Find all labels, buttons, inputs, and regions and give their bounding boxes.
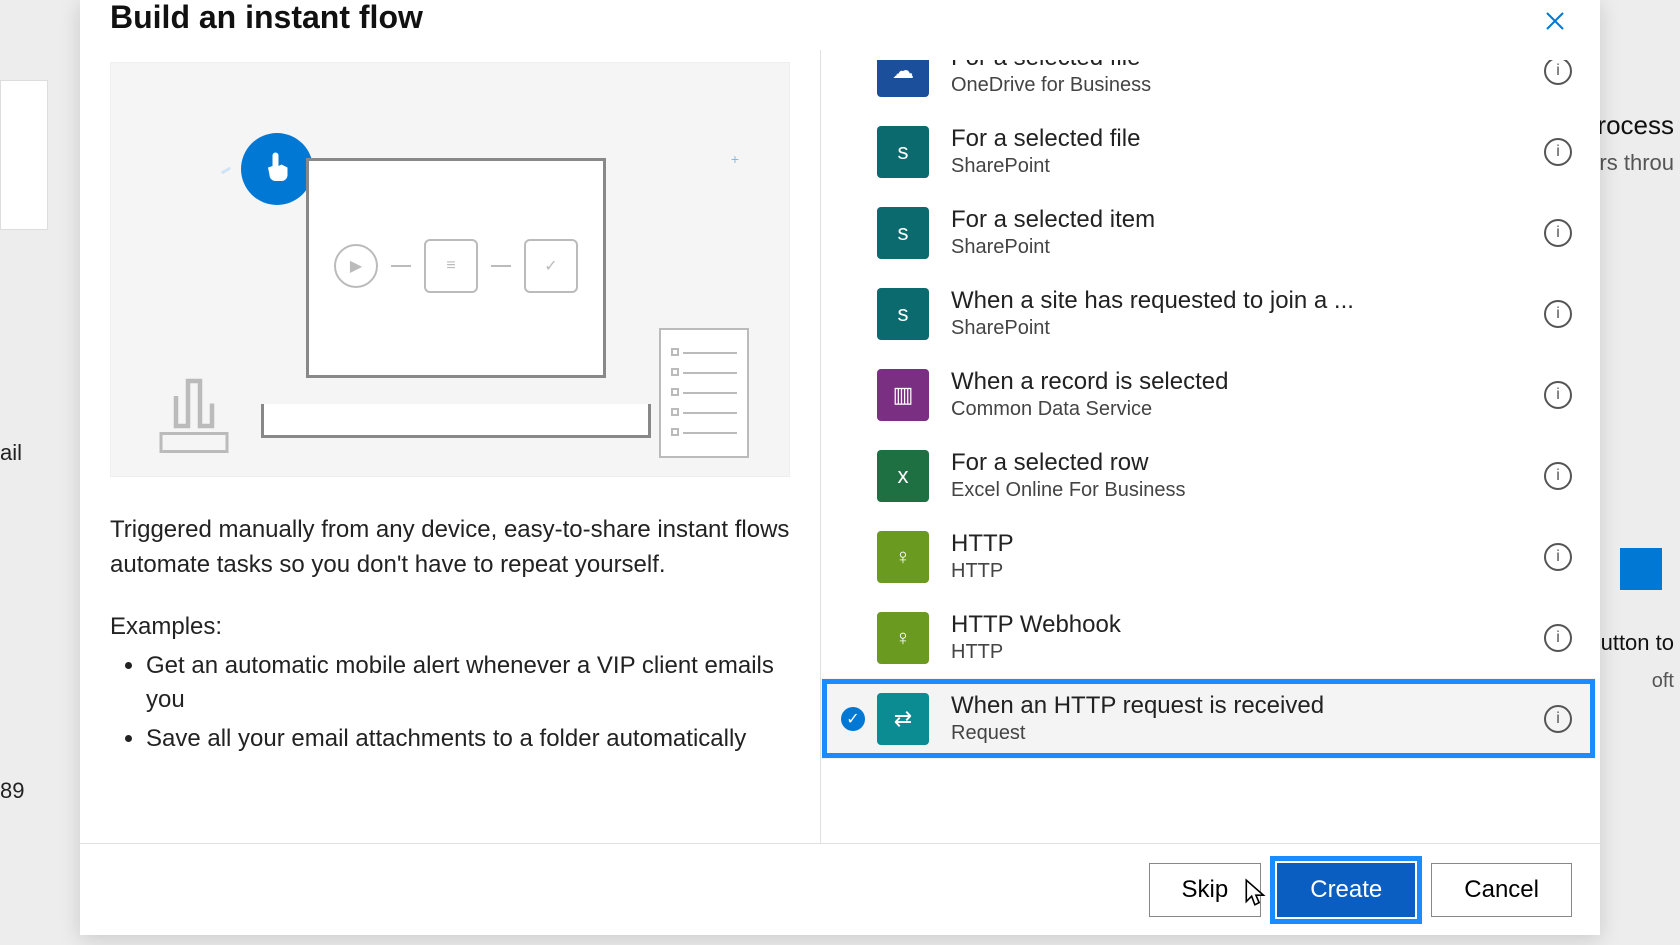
bg-card — [0, 80, 48, 230]
trigger-title: HTTP Webhook — [951, 611, 1530, 639]
trigger-text: HTTP WebhookHTTP — [951, 611, 1530, 664]
trigger-item[interactable]: ✓sWhen a site has requested to join a ..… — [821, 273, 1596, 354]
trigger-item[interactable]: ✓xFor a selected rowExcel Online For Bus… — [821, 435, 1596, 516]
trigger-subtitle: SharePoint — [951, 236, 1530, 259]
excel-icon: x — [877, 450, 929, 502]
trigger-panel: ✓ ☁ For a selected file OneDrive for Busine… — [820, 50, 1600, 843]
info-button[interactable]: i — [1544, 60, 1572, 85]
examples-list: Get an automatic mobile alert whenever a… — [110, 649, 790, 757]
info-button[interactable]: i — [1544, 624, 1572, 652]
info-icon: i — [1556, 467, 1560, 485]
trigger-item[interactable]: ✓sFor a selected fileSharePointi — [821, 111, 1596, 192]
trigger-text: When a record is selectedCommon Data Ser… — [951, 368, 1530, 421]
info-icon: i — [1556, 224, 1560, 242]
info-button[interactable]: i — [1544, 219, 1572, 247]
info-icon: i — [1556, 305, 1560, 323]
dialog-body: + ▶ ≡ ✓ — [80, 50, 1600, 843]
cactus-icon — [146, 366, 236, 456]
bg-tile — [1620, 548, 1662, 590]
trigger-subtitle: SharePoint — [951, 317, 1530, 340]
close-icon — [1543, 9, 1567, 33]
flow-illustration: + ▶ ≡ ✓ — [110, 62, 790, 477]
trigger-title: For a selected item — [951, 206, 1530, 234]
info-button[interactable]: i — [1544, 705, 1572, 733]
trigger-item[interactable]: ✓sFor a selected itemSharePointi — [821, 192, 1596, 273]
selected-check-icon: ✓ — [841, 707, 865, 731]
dialog-title: Build an instant flow — [110, 0, 423, 35]
trigger-subtitle: HTTP — [951, 641, 1530, 664]
trigger-title: For a selected file — [951, 60, 1530, 72]
play-icon: ▶ — [334, 244, 378, 288]
request-icon: ⇄ — [877, 693, 929, 745]
bg-text: 89 — [0, 778, 24, 804]
laptop-icon: ▶ ≡ ✓ — [261, 158, 651, 438]
cancel-button[interactable]: Cancel — [1431, 863, 1572, 917]
trigger-item[interactable]: ✓☁For a selected fileOneDrive for Busine… — [821, 60, 1596, 111]
cds-icon: ▥ — [877, 369, 929, 421]
info-icon: i — [1556, 386, 1560, 404]
info-icon: i — [1556, 62, 1560, 80]
sharepoint-icon: s — [877, 207, 929, 259]
info-button[interactable]: i — [1544, 138, 1572, 166]
create-button[interactable]: Create — [1277, 863, 1415, 917]
close-button[interactable] — [1540, 6, 1570, 36]
info-button[interactable]: i — [1544, 300, 1572, 328]
sparkle-icon: + — [731, 151, 739, 167]
trigger-item[interactable]: ✓♀HTTP WebhookHTTPi — [821, 597, 1596, 678]
sharepoint-icon: s — [877, 126, 929, 178]
trigger-title: When a site has requested to join a ... — [951, 287, 1530, 315]
example-item: Get an automatic mobile alert whenever a… — [146, 649, 790, 719]
info-button[interactable]: i — [1544, 381, 1572, 409]
info-icon: i — [1556, 143, 1560, 161]
trigger-item[interactable]: ✓ ⇄ When an HTTP request is receivedReques… — [821, 678, 1596, 759]
trigger-text: For a selected fileSharePoint — [951, 125, 1530, 178]
trigger-subtitle: Common Data Service — [951, 398, 1530, 421]
notepad-icon — [659, 328, 749, 458]
bg-text: oft — [1652, 670, 1674, 693]
trigger-subtitle: Request — [951, 722, 1530, 745]
flow-description: Triggered manually from any device, easy… — [110, 513, 790, 583]
build-instant-flow-dialog: Build an instant flow + ▶ ≡ — [80, 0, 1600, 935]
info-icon: i — [1556, 629, 1560, 647]
trigger-subtitle: HTTP — [951, 560, 1530, 583]
info-icon: i — [1556, 548, 1560, 566]
trigger-title: For a selected row — [951, 449, 1530, 477]
info-button[interactable]: i — [1544, 543, 1572, 571]
onedrive-icon: ☁ — [877, 60, 929, 97]
info-icon: i — [1556, 710, 1560, 728]
bg-text: button to — [1588, 630, 1674, 656]
bg-text: ers throu — [1587, 150, 1674, 176]
info-button[interactable]: i — [1544, 462, 1572, 490]
examples-label: Examples: — [110, 613, 790, 641]
trigger-item[interactable]: ✓♀HTTPHTTPi — [821, 516, 1596, 597]
trigger-text: When a site has requested to join a ...S… — [951, 287, 1530, 340]
bg-text: ail — [0, 440, 22, 466]
trigger-text: For a selected itemSharePoint — [951, 206, 1530, 259]
dialog-header: Build an instant flow — [80, 0, 1600, 50]
trigger-title: When an HTTP request is received — [951, 692, 1530, 720]
trigger-subtitle: Excel Online For Business — [951, 479, 1530, 502]
trigger-text: When an HTTP request is receivedRequest — [951, 692, 1530, 745]
trigger-title: For a selected file — [951, 125, 1530, 153]
http-icon: ♀ — [877, 612, 929, 664]
trigger-subtitle: OneDrive for Business — [951, 74, 1530, 97]
sharepoint-icon: s — [877, 288, 929, 340]
example-item: Save all your email attachments to a fol… — [146, 722, 790, 757]
trigger-title: When a record is selected — [951, 368, 1530, 396]
trigger-text: HTTPHTTP — [951, 530, 1530, 583]
trigger-list[interactable]: ✓ ☁ For a selected file OneDrive for Busine… — [821, 60, 1600, 835]
file-check-icon: ✓ — [524, 239, 578, 293]
trigger-item[interactable]: ✓▥When a record is selectedCommon Data S… — [821, 354, 1596, 435]
left-panel: + ▶ ≡ ✓ — [80, 50, 820, 843]
skip-button[interactable]: Skip — [1149, 863, 1262, 917]
http-icon: ♀ — [877, 531, 929, 583]
trigger-subtitle: SharePoint — [951, 155, 1530, 178]
document-icon: ≡ — [424, 239, 478, 293]
trigger-title: HTTP — [951, 530, 1530, 558]
trigger-text: For a selected file OneDrive for Business — [951, 60, 1530, 97]
trigger-text: For a selected rowExcel Online For Busin… — [951, 449, 1530, 502]
dialog-footer: Skip Create Cancel — [80, 843, 1600, 935]
